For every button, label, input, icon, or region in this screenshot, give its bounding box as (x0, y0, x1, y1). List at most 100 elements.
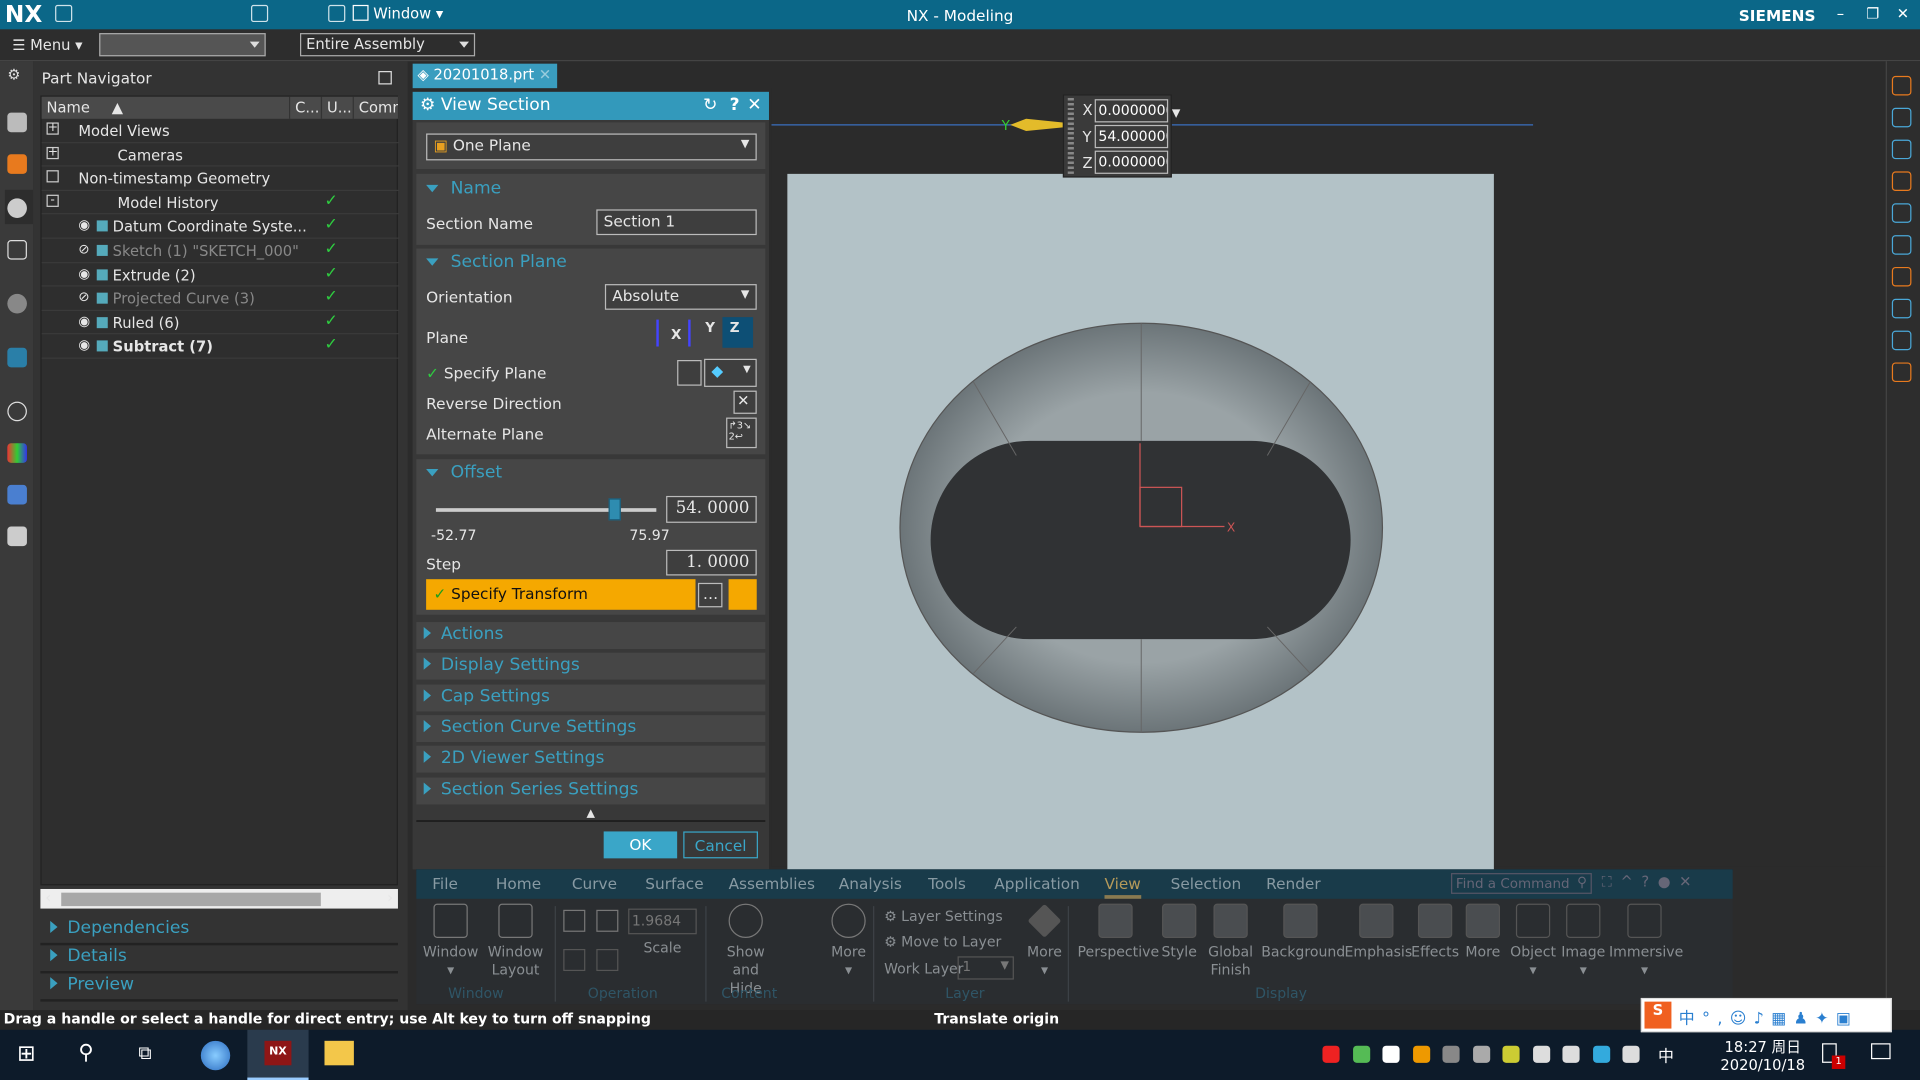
rectangle-icon[interactable] (1891, 235, 1912, 255)
type-dropdown[interactable]: ▣ One Plane ▼ (426, 133, 757, 161)
close-dialog-icon[interactable]: ✕ (747, 96, 761, 116)
csys-icon[interactable] (1891, 139, 1912, 160)
section-plane-header[interactable]: Section Plane (426, 252, 567, 272)
ribbon-tab-home[interactable]: Home (496, 874, 541, 892)
y-coordinate-input[interactable]: 54.000000 (1094, 124, 1169, 149)
tray-icon[interactable] (1472, 1045, 1490, 1063)
tree-row[interactable]: + Cameras (41, 143, 400, 167)
column-uptodate[interactable]: U... (322, 96, 354, 119)
favorite-icon[interactable] (1891, 203, 1912, 223)
reverse-direction-button[interactable]: ✕ (733, 390, 757, 414)
scale-input[interactable]: 1.9684 (628, 908, 697, 935)
ribbon-tab-surface[interactable]: Surface (645, 874, 703, 892)
tree-row[interactable]: + Model Views (41, 119, 400, 143)
tree-row[interactable]: ◉ Subtract (7) ✓ (41, 335, 400, 359)
task-view-icon[interactable]: ⧉ (138, 1042, 151, 1064)
object-button[interactable]: Object ▾ (1509, 903, 1558, 980)
tray-icon[interactable] (1352, 1045, 1370, 1063)
column-comment[interactable]: Comm (353, 96, 400, 119)
ribbon-tab-tools[interactable]: Tools (928, 874, 966, 892)
search-icon[interactable]: ⚲ (78, 1041, 93, 1065)
drag-handle[interactable] (1067, 97, 1074, 174)
alternate-plane-button[interactable]: ↱3↘ 2↩ (726, 417, 757, 449)
expand-toggle-icon[interactable] (46, 170, 59, 183)
panel-dependencies[interactable]: Dependencies (40, 918, 398, 946)
cancel-button[interactable]: Cancel (683, 831, 758, 859)
render-style-icon[interactable] (1891, 75, 1912, 96)
ribbon-tab-file[interactable]: File (432, 874, 458, 892)
layer-settings-button[interactable]: ⚙ Layer Settings (884, 907, 1003, 925)
group-cap-settings[interactable]: Cap Settings (416, 683, 766, 711)
ribbon-tab-analysis[interactable]: Analysis (839, 874, 902, 892)
z-coordinate-input[interactable]: 0.0000000 (1094, 150, 1169, 174)
maximize-icon[interactable] (378, 71, 392, 85)
tray-icon[interactable] (1502, 1045, 1520, 1063)
group-section-curve-settings[interactable]: Section Curve Settings (416, 714, 766, 742)
hidden-eye-icon[interactable]: ⊘ (78, 289, 89, 305)
hidden-eye-icon[interactable]: ⊘ (78, 241, 89, 257)
panel-preview[interactable]: Preview (40, 975, 398, 1002)
offset-header[interactable]: Offset (426, 463, 502, 482)
tree-row[interactable]: ⊘ Sketch (1) "SKETCH_000" ✓ (41, 239, 400, 263)
ribbon-tab-render[interactable]: Render (1266, 874, 1321, 892)
settings-icon[interactable] (1891, 362, 1912, 383)
ribbon-tab-application[interactable]: Application (994, 874, 1080, 892)
column-current[interactable]: C... (290, 96, 323, 119)
tree-row[interactable]: ◉ Extrude (2) ✓ (41, 263, 400, 287)
command-search-input[interactable]: Find a Command ⚲ (1451, 873, 1592, 894)
group-2d-viewer-settings[interactable]: 2D Viewer Settings (416, 745, 766, 773)
tray-icon[interactable] (1532, 1045, 1550, 1063)
group-section-series-settings[interactable]: Section Series Settings (416, 776, 766, 804)
move-to-layer-button[interactable]: ⚙ Move to Layer (884, 933, 1001, 951)
web-browser-icon[interactable] (7, 347, 27, 368)
offset-value-input[interactable]: 54. 0000 (666, 495, 757, 523)
roles-icon[interactable] (7, 484, 27, 505)
palette-icon[interactable] (7, 443, 27, 463)
csys-button[interactable] (728, 579, 757, 610)
hide-icon[interactable] (1891, 107, 1912, 128)
reset-icon[interactable]: ↻ (703, 96, 717, 116)
group-display-settings[interactable]: Display Settings (416, 653, 766, 680)
pan-icon[interactable] (563, 948, 586, 972)
coord-dropdown-icon[interactable]: ▼ (1172, 108, 1180, 120)
tray-icon[interactable] (1412, 1045, 1430, 1063)
reuse-library-icon[interactable] (7, 240, 27, 260)
curve-icon[interactable] (1891, 298, 1912, 319)
tray-icon[interactable] (1622, 1045, 1640, 1063)
column-name[interactable]: Name ▲ (41, 96, 291, 119)
dialog-title-bar[interactable]: ⚙ View Section ↻ ? ✕ (412, 91, 769, 121)
tree-row[interactable]: ⊘ Projected Curve (3) ✓ (41, 287, 400, 311)
box-icon[interactable] (1891, 266, 1912, 287)
eye-icon[interactable]: ◉ (78, 265, 90, 281)
clock[interactable]: 18:27 周日 2020/10/18 (1720, 1036, 1805, 1074)
background-button[interactable]: Background (1261, 903, 1345, 962)
window-layout-button[interactable]: Window Layout (485, 903, 546, 980)
x-coordinate-input[interactable]: 0.0000000 (1094, 99, 1169, 123)
frame-icon[interactable] (1891, 171, 1912, 192)
offset-slider-thumb[interactable] (608, 498, 621, 521)
name-group-header[interactable]: Name (426, 179, 501, 198)
hand-icon[interactable] (1891, 330, 1912, 351)
more-button[interactable]: More (1460, 903, 1507, 962)
system-scenes-icon[interactable] (7, 526, 27, 547)
help-icon[interactable]: ? (730, 96, 740, 116)
plane-y-button[interactable]: Y (688, 319, 715, 347)
plane-z-button-selected[interactable]: Z (722, 317, 754, 348)
assembly-navigator-icon[interactable] (7, 112, 27, 133)
gear-icon[interactable]: ⚙ (7, 66, 27, 86)
transform-dialog-button[interactable]: … (697, 582, 723, 608)
file-explorer-icon[interactable] (324, 1040, 354, 1066)
eye-icon[interactable]: ◉ (78, 217, 90, 233)
zoom-icon[interactable] (596, 909, 619, 932)
expand-toggle-icon[interactable]: + (46, 146, 59, 159)
orientation-dropdown[interactable]: Absolute ▼ (604, 284, 757, 310)
effects-button[interactable]: Effects (1411, 903, 1460, 962)
emphasis-button[interactable]: Emphasis (1344, 903, 1412, 962)
ok-button[interactable]: OK (603, 831, 678, 859)
tray-icon[interactable] (1562, 1045, 1580, 1063)
tray-icon[interactable] (1592, 1045, 1610, 1063)
image-button[interactable]: Image ▾ (1560, 903, 1607, 980)
group-actions[interactable]: Actions (416, 622, 766, 649)
history-icon[interactable] (7, 401, 27, 422)
content-more-button[interactable]: More ▾ (824, 903, 873, 980)
